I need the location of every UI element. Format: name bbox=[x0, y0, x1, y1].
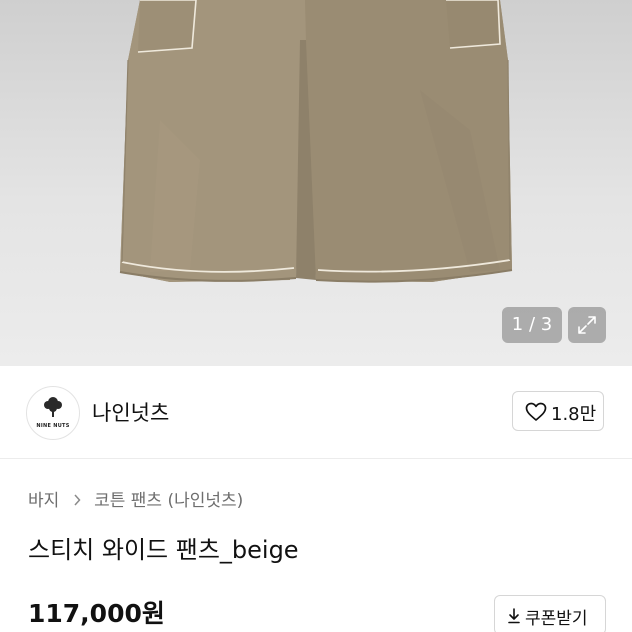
like-count: 1.8만 bbox=[551, 404, 597, 425]
shop-row: NINE NUTS 나인넛츠 1.8만 bbox=[0, 366, 632, 459]
product-price: 117,000원 bbox=[28, 599, 165, 628]
product-image[interactable]: 1 / 3 bbox=[0, 0, 632, 366]
product-title: 스티치 와이드 팬츠_beige bbox=[28, 536, 299, 564]
tree-logo-icon bbox=[44, 397, 62, 417]
chevron-right-icon bbox=[73, 491, 81, 511]
coupon-button[interactable]: 쿠폰받기 bbox=[494, 595, 606, 632]
image-counter: 1 / 3 bbox=[502, 307, 562, 343]
expand-button[interactable] bbox=[568, 307, 606, 343]
breadcrumb-item-cotton-pants[interactable]: 코튼 팬츠 (나인넛츠) bbox=[94, 491, 243, 511]
shop-logo[interactable]: NINE NUTS bbox=[26, 386, 80, 440]
product-page: 1 / 3 NINE NUTS 나인넛츠 1.8만 바지 코튼 팬츠 (나인넛츠… bbox=[0, 0, 632, 632]
breadcrumb-item-pants[interactable]: 바지 bbox=[28, 491, 59, 511]
logo-text: NINE NUTS bbox=[36, 423, 70, 429]
coupon-label: 쿠폰받기 bbox=[525, 609, 588, 629]
download-icon bbox=[508, 608, 520, 624]
breadcrumb: 바지 코튼 팬츠 (나인넛츠) bbox=[28, 486, 243, 511]
heart-icon bbox=[525, 402, 547, 421]
expand-icon bbox=[578, 316, 596, 334]
shop-name[interactable]: 나인넛츠 bbox=[92, 397, 169, 427]
like-button[interactable]: 1.8만 bbox=[512, 391, 604, 431]
